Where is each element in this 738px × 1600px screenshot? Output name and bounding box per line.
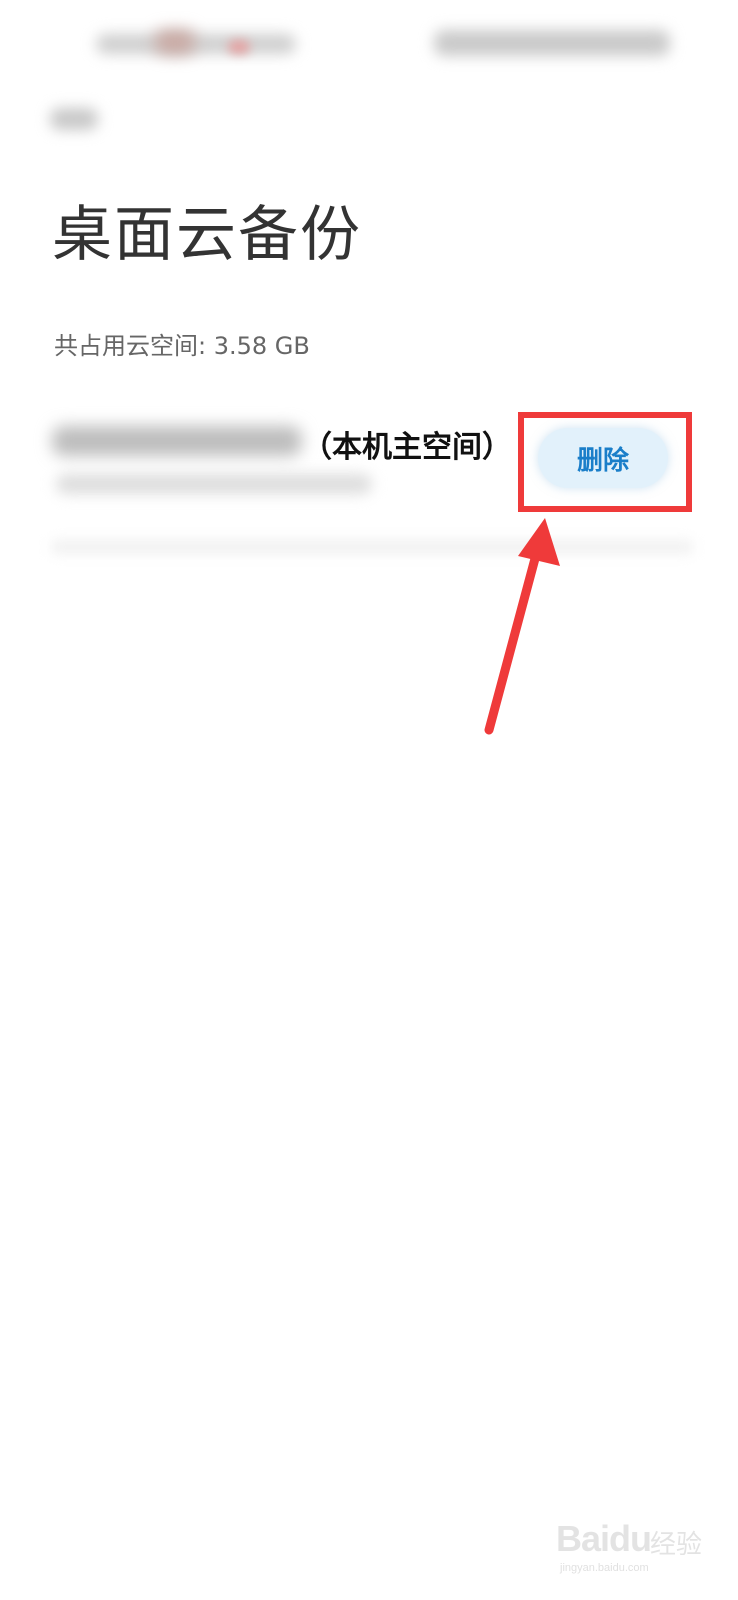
status-bar bbox=[0, 0, 738, 80]
watermark-jingyan: 经验 bbox=[650, 1530, 703, 1560]
back-button[interactable] bbox=[44, 100, 104, 140]
baidu-jingyan-watermark: Baidu 经验 jingyan.baidu.com bbox=[556, 1518, 706, 1578]
annotation-arrow-icon bbox=[484, 518, 560, 735]
status-bar-left-blur bbox=[96, 34, 296, 54]
status-bar-indicator-blur bbox=[228, 40, 250, 54]
device-subtitle-blurred bbox=[56, 474, 372, 494]
device-name-blurred bbox=[52, 426, 302, 456]
list-divider bbox=[52, 540, 692, 554]
status-bar-right-blur bbox=[434, 30, 670, 56]
storage-usage-text: 共占用云空间: 3.58 GB bbox=[54, 332, 310, 360]
back-arrow-icon bbox=[50, 108, 98, 130]
watermark-url: jingyan.baidu.com bbox=[560, 1562, 649, 1574]
status-bar-avatar-blur bbox=[155, 30, 195, 54]
device-space-tag: （本机主空间） bbox=[302, 430, 512, 465]
page-title: 桌面云备份 bbox=[52, 200, 362, 270]
watermark-logo: Baidu bbox=[556, 1518, 652, 1559]
annotation-highlight-box bbox=[518, 412, 692, 512]
